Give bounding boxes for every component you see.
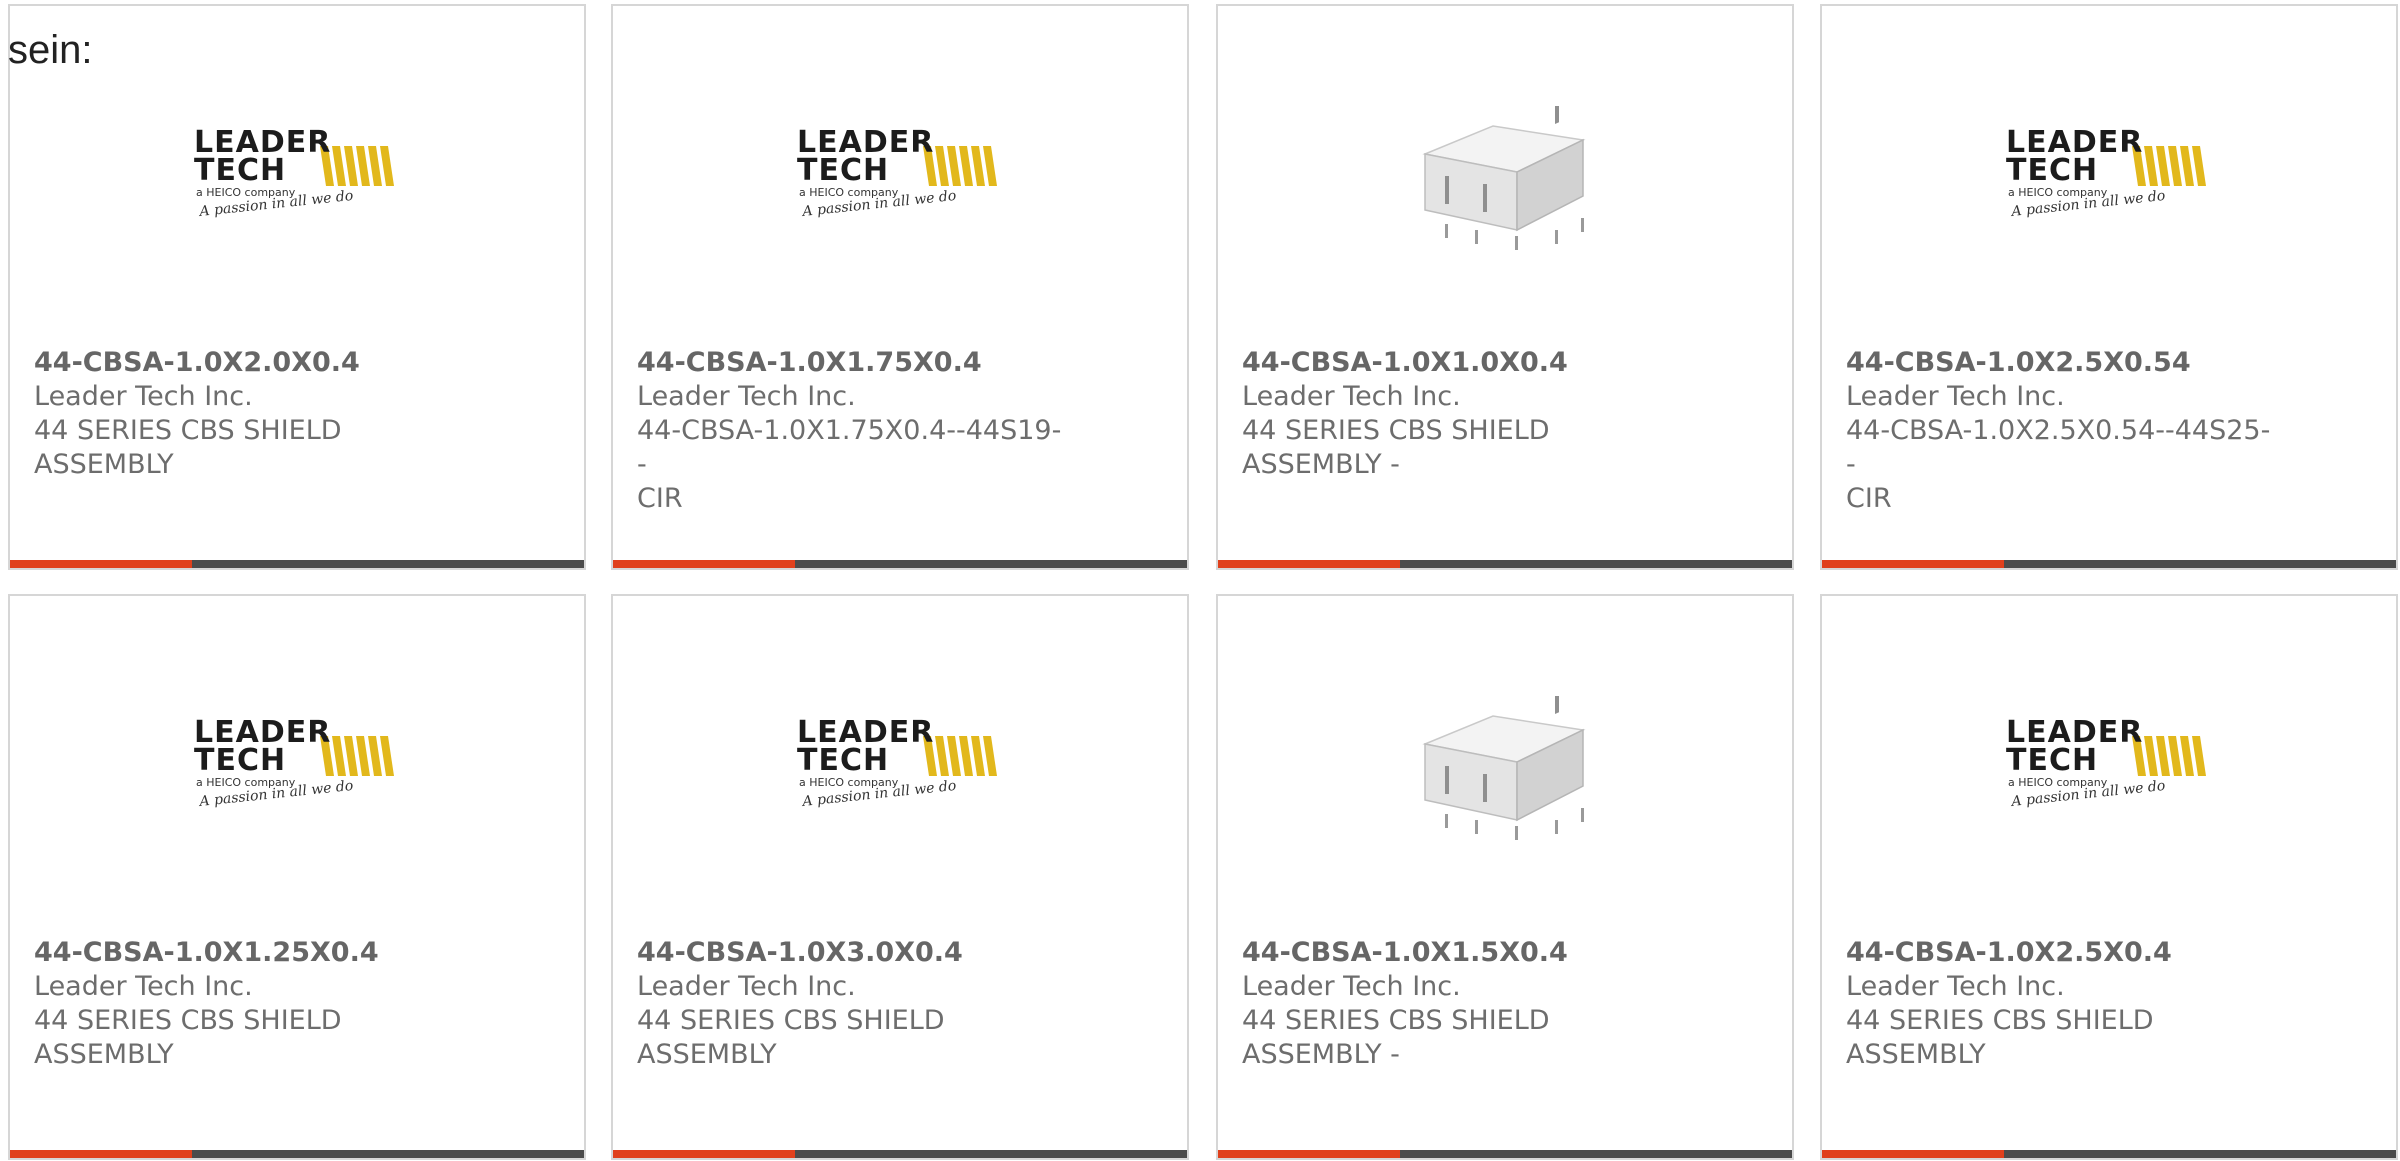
product-card[interactable]: LEADER TECH a HEICO company A passion in al… xyxy=(1820,4,2398,570)
manufacturer-name: Leader Tech Inc. xyxy=(1846,381,2065,412)
product-image[interactable]: LEADER TECH a HEICO company A passion in al… xyxy=(613,46,1187,306)
product-image[interactable] xyxy=(1218,636,1792,896)
manufacturer-name: Leader Tech Inc. xyxy=(34,381,253,412)
card-bottom-bar xyxy=(10,560,584,568)
card-bottom-bar xyxy=(613,1150,1187,1158)
part-number-link[interactable]: 44-CBSA-1.0X2.5X0.4 xyxy=(1846,936,2276,970)
product-card[interactable]: LEADER TECH a HEICO company A passion in al… xyxy=(8,594,586,1160)
leader-tech-logo: LEADER TECH a HEICO company A passion in al… xyxy=(192,124,402,224)
product-card[interactable]: 44-CBSA-1.0X1.0X0.4 Leader Tech Inc. 44 … xyxy=(1216,4,1794,570)
card-bottom-bar xyxy=(1822,1150,2396,1158)
leader-tech-logo: LEADER TECH a HEICO company A passion in al… xyxy=(795,714,1005,814)
product-info: 44-CBSA-1.0X2.5X0.4 Leader Tech Inc. 44 … xyxy=(1846,936,2276,1072)
card-accent-bar xyxy=(1822,1150,2004,1158)
product-image[interactable]: LEADER TECH a HEICO company A passion in al… xyxy=(10,46,584,306)
card-accent-bar xyxy=(613,1150,795,1158)
leader-tech-logo: LEADER TECH a HEICO company A passion in al… xyxy=(192,714,402,814)
product-description: 44 SERIES CBS SHIELD xyxy=(34,415,342,446)
manufacturer-name: Leader Tech Inc. xyxy=(637,381,856,412)
product-card[interactable]: LEADER TECH a HEICO company A passion in al… xyxy=(1820,594,2398,1160)
svg-text:TECH: TECH xyxy=(797,153,889,188)
card-accent-bar xyxy=(1218,560,1400,568)
card-accent-bar xyxy=(10,560,192,568)
product-description: 44-CBSA-1.0X1.75X0.4--44S19-- xyxy=(637,415,1062,480)
product-info: 44-CBSA-1.0X1.75X0.4 Leader Tech Inc. 44… xyxy=(637,346,1067,516)
shield-component-image xyxy=(1405,686,1605,846)
card-accent-bar xyxy=(10,1150,192,1158)
part-number-link[interactable]: 44-CBSA-1.0X1.25X0.4 xyxy=(34,936,464,970)
part-number-link[interactable]: 44-CBSA-1.0X1.0X0.4 xyxy=(1242,346,1672,380)
product-description: 44 SERIES CBS SHIELD xyxy=(1242,1005,1550,1036)
card-bottom-bar xyxy=(1822,560,2396,568)
manufacturer-name: Leader Tech Inc. xyxy=(34,971,253,1002)
product-description: 44 SERIES CBS SHIELD xyxy=(1242,415,1550,446)
shield-component-image xyxy=(1405,96,1605,256)
product-info: 44-CBSA-1.0X3.0X0.4 Leader Tech Inc. 44 … xyxy=(637,936,1067,1072)
product-info: 44-CBSA-1.0X1.25X0.4 Leader Tech Inc. 44… xyxy=(34,936,464,1072)
product-grid: LEADER TECH a HEICO company A passion in al… xyxy=(8,4,2400,1161)
svg-text:TECH: TECH xyxy=(2006,743,2098,778)
leader-tech-logo: LEADER TECH a HEICO company A passion in al… xyxy=(795,124,1005,224)
intro-text: sein: xyxy=(8,28,93,72)
product-image[interactable]: LEADER TECH a HEICO company A passion in al… xyxy=(1822,46,2396,306)
product-description-cont: CIR xyxy=(1846,483,1892,514)
manufacturer-name: Leader Tech Inc. xyxy=(637,971,856,1002)
product-description-cont: ASSEMBLY xyxy=(637,1039,777,1070)
product-image[interactable]: LEADER TECH a HEICO company A passion in al… xyxy=(10,636,584,896)
card-accent-bar xyxy=(613,560,795,568)
part-number-link[interactable]: 44-CBSA-1.0X2.5X0.54 xyxy=(1846,346,2276,380)
manufacturer-name: Leader Tech Inc. xyxy=(1242,971,1461,1002)
product-description-cont: ASSEMBLY xyxy=(34,449,174,480)
svg-text:TECH: TECH xyxy=(194,743,286,778)
product-description-cont: CIR xyxy=(637,483,683,514)
card-accent-bar xyxy=(1822,560,2004,568)
manufacturer-name: Leader Tech Inc. xyxy=(1242,381,1461,412)
part-number-link[interactable]: 44-CBSA-1.0X1.75X0.4 xyxy=(637,346,1067,380)
svg-text:TECH: TECH xyxy=(2006,153,2098,188)
product-card[interactable]: LEADER TECH a HEICO company A passion in al… xyxy=(8,4,586,570)
part-number-link[interactable]: 44-CBSA-1.0X2.0X0.4 xyxy=(34,346,464,380)
card-bottom-bar xyxy=(1218,1150,1792,1158)
product-description: 44-CBSA-1.0X2.5X0.54--44S25-- xyxy=(1846,415,2271,480)
product-description: 44 SERIES CBS SHIELD xyxy=(637,1005,945,1036)
leader-tech-logo: LEADER TECH a HEICO company A passion in al… xyxy=(2004,714,2214,814)
product-card[interactable]: LEADER TECH a HEICO company A passion in al… xyxy=(611,4,1189,570)
card-bottom-bar xyxy=(1218,560,1792,568)
card-accent-bar xyxy=(1218,1150,1400,1158)
product-description-cont: ASSEMBLY - xyxy=(1242,1039,1400,1070)
product-image[interactable]: LEADER TECH a HEICO company A passion in al… xyxy=(613,636,1187,896)
leader-tech-logo: LEADER TECH a HEICO company A passion in al… xyxy=(2004,124,2214,224)
card-bottom-bar xyxy=(613,560,1187,568)
product-description: 44 SERIES CBS SHIELD xyxy=(1846,1005,2154,1036)
product-info: 44-CBSA-1.0X1.0X0.4 Leader Tech Inc. 44 … xyxy=(1242,346,1672,482)
card-bottom-bar xyxy=(10,1150,584,1158)
product-description: 44 SERIES CBS SHIELD xyxy=(34,1005,342,1036)
product-info: 44-CBSA-1.0X2.0X0.4 Leader Tech Inc. 44 … xyxy=(34,346,464,482)
product-image[interactable]: LEADER TECH a HEICO company A passion in al… xyxy=(1822,636,2396,896)
product-description-cont: ASSEMBLY - xyxy=(1242,449,1400,480)
svg-text:TECH: TECH xyxy=(194,153,286,188)
product-description-cont: ASSEMBLY xyxy=(1846,1039,1986,1070)
product-description-cont: ASSEMBLY xyxy=(34,1039,174,1070)
product-card[interactable]: LEADER TECH a HEICO company A passion in al… xyxy=(611,594,1189,1160)
product-card[interactable]: 44-CBSA-1.0X1.5X0.4 Leader Tech Inc. 44 … xyxy=(1216,594,1794,1160)
part-number-link[interactable]: 44-CBSA-1.0X3.0X0.4 xyxy=(637,936,1067,970)
part-number-link[interactable]: 44-CBSA-1.0X1.5X0.4 xyxy=(1242,936,1672,970)
svg-text:TECH: TECH xyxy=(797,743,889,778)
product-info: 44-CBSA-1.0X2.5X0.54 Leader Tech Inc. 44… xyxy=(1846,346,2276,516)
product-image[interactable] xyxy=(1218,46,1792,306)
manufacturer-name: Leader Tech Inc. xyxy=(1846,971,2065,1002)
product-info: 44-CBSA-1.0X1.5X0.4 Leader Tech Inc. 44 … xyxy=(1242,936,1672,1072)
